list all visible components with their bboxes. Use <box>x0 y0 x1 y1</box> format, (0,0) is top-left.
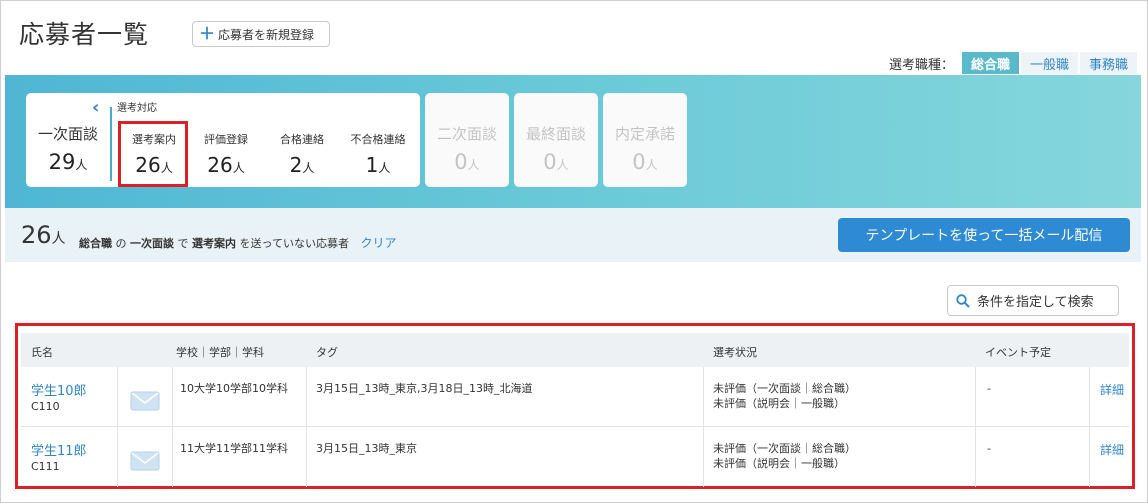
col-name: 氏名 <box>31 346 53 359</box>
stage-card-offer-accept[interactable]: 内定承諾 0人 <box>603 93 687 187</box>
applicant-name-link[interactable]: 学生10郎 <box>31 380 87 399</box>
job-type-option-jimu[interactable]: 事務職 <box>1079 52 1137 74</box>
new-applicant-button-label: 応募者を新規登録 <box>218 27 315 42</box>
stage-divider <box>110 107 112 181</box>
mail-icon[interactable] <box>130 451 160 471</box>
applicant-tags: 3月15日_13時_東京 <box>316 442 417 455</box>
summary-count: 26人 <box>21 221 66 249</box>
applicant-code: C111 <box>31 460 60 473</box>
sub-stage-label: 選考対応 <box>117 103 157 114</box>
job-type-option-ippan[interactable]: 一般職 <box>1020 52 1078 74</box>
stage-card-second-interview[interactable]: 二次面談 0人 <box>425 93 509 187</box>
stage-first-interview[interactable]: 一次面談 29人 <box>26 123 110 174</box>
sub-stage-fail-notice[interactable]: 不合格連絡 1人 <box>338 131 418 177</box>
col-status: 選考状況 <box>713 346 757 359</box>
stage-card-final-interview[interactable]: 最終面談 0人 <box>514 93 598 187</box>
job-type-selector: 選考職種： 総合職 一般職 事務職 <box>889 52 1137 74</box>
applicant-school: 10大学10学部10学科 <box>180 382 288 395</box>
mail-cell <box>117 427 173 487</box>
search-icon <box>956 293 970 308</box>
table-row: 学生10郎 C110 10大学10学部10学科 3月15日_13時_東京,3月1… <box>21 367 1129 427</box>
applicant-status: 未評価（一次面談｜総合職） 未評価（説明会｜一般職） <box>713 382 856 410</box>
mail-cell <box>117 367 173 427</box>
chevron-left-icon[interactable]: ‹ <box>92 97 99 118</box>
sub-stage-evaluation[interactable]: 評価登録 26人 <box>190 131 262 177</box>
search-button-label: 条件を指定して検索 <box>977 295 1094 310</box>
job-type-label: 選考職種： <box>888 57 954 73</box>
plus-icon: ＋ <box>199 24 216 43</box>
applicant-tags: 3月15日_13時_東京,3月18日_13時_北海道 <box>316 382 533 395</box>
job-type-option-sougou[interactable]: 総合職 <box>961 52 1019 74</box>
page-frame: 応募者一覧 ＋ 応募者を新規登録 選考職種： 総合職 一般職 事務職 ‹ 一次面… <box>0 0 1148 503</box>
stage-card-current: ‹ 一次面談 29人 選考対応 選考案内 26人 評価登録 26人 合格連絡 2… <box>26 93 420 187</box>
applicant-name-link[interactable]: 学生11郎 <box>31 440 87 459</box>
summary-text: 総合職 の 一次面談 で 選考案内 を送っていない応募者 クリア <box>79 236 397 250</box>
col-school: 学校｜学部｜学科 <box>176 346 264 359</box>
mail-icon[interactable] <box>130 391 160 411</box>
detail-link[interactable]: 詳細 <box>1100 441 1124 458</box>
table-row: 学生11郎 C111 11大学11学部11学科 3月15日_13時_東京 未評価… <box>21 427 1129 487</box>
applicant-code: C110 <box>31 400 60 413</box>
page-title: 応募者一覧 <box>19 20 150 49</box>
search-button[interactable]: 条件を指定して検索 <box>947 285 1119 316</box>
applicant-status: 未評価（一次面談｜総合職） 未評価（説明会｜一般職） <box>713 442 856 470</box>
detail-link[interactable]: 詳細 <box>1100 381 1124 398</box>
clear-link[interactable]: クリア <box>360 236 396 250</box>
applicant-event: - <box>987 382 991 395</box>
applicant-table: 氏名 学校｜学部｜学科 タグ 選考状況 イベント予定 学生10郎 C110 10… <box>15 323 1135 489</box>
bulk-mail-button[interactable]: テンプレートを使って一括メール配信 <box>838 218 1130 252</box>
col-event: イベント予定 <box>985 346 1051 359</box>
applicant-school: 11大学11学部11学科 <box>180 442 288 455</box>
applicant-event: - <box>987 442 991 455</box>
sub-stage-pass-notice[interactable]: 合格連絡 2人 <box>266 131 338 177</box>
highlight-box-guide <box>118 121 188 187</box>
new-applicant-button[interactable]: ＋ 応募者を新規登録 <box>192 21 330 47</box>
table-header: 氏名 学校｜学部｜学科 タグ 選考状況 イベント予定 <box>21 333 1129 367</box>
col-tag: タグ <box>316 346 338 359</box>
